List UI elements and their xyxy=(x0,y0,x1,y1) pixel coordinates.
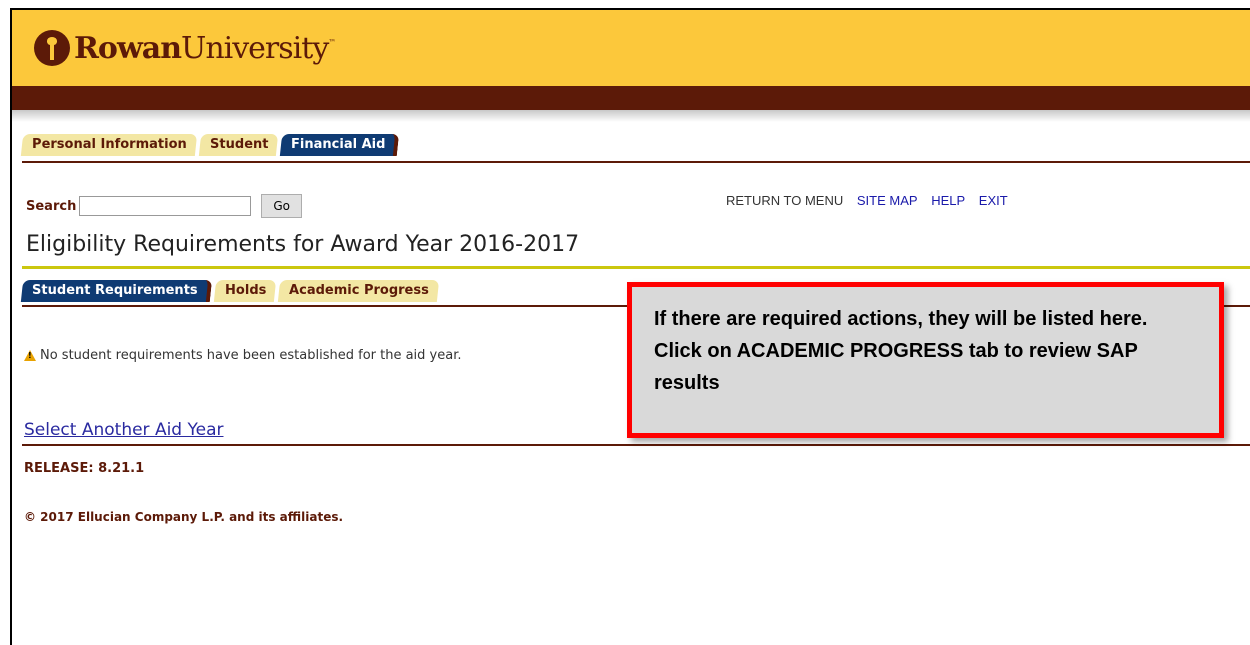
rowan-logo[interactable]: Rowan University ™ xyxy=(34,30,336,66)
callout-text: If there are required actions, they will… xyxy=(654,308,1148,394)
requirements-notice: No student requirements have been establ… xyxy=(24,348,462,363)
return-to-menu-link[interactable]: RETURN TO MENU xyxy=(726,193,843,208)
search-input[interactable] xyxy=(79,196,252,216)
header-banner: Rowan University ™ xyxy=(12,10,1250,86)
header-maroon-bar xyxy=(12,86,1250,110)
help-link[interactable]: HELP xyxy=(931,193,965,208)
notice-text: No student requirements have been establ… xyxy=(40,348,462,363)
sub-tabs: Student Requirements Holds Academic Prog… xyxy=(20,280,442,302)
tab-academic-progress[interactable]: Academic Progress xyxy=(277,280,439,302)
copyright: © 2017 Ellucian Company L.P. and its aff… xyxy=(24,510,344,524)
instruction-callout: If there are required actions, they will… xyxy=(627,282,1224,438)
title-divider xyxy=(22,266,1250,269)
header-shadow xyxy=(12,110,1250,122)
top-nav: RETURN TO MENU SITE MAP HELP EXIT xyxy=(726,193,1018,208)
search-label: Search xyxy=(26,198,77,214)
search-bar: Search Go xyxy=(26,194,302,218)
go-button[interactable]: Go xyxy=(261,194,302,218)
tab-student-requirements[interactable]: Student Requirements xyxy=(20,280,212,302)
tab-financial-aid[interactable]: Financial Aid xyxy=(279,134,400,156)
exit-link[interactable]: EXIT xyxy=(979,193,1008,208)
logo-university-text: University xyxy=(181,30,329,66)
torch-logo-icon xyxy=(34,30,70,66)
tab-student[interactable]: Student xyxy=(198,134,279,156)
site-map-link[interactable]: SITE MAP xyxy=(857,193,918,208)
release-version: RELEASE: 8.21.1 xyxy=(24,461,145,476)
tab-holds[interactable]: Holds xyxy=(213,280,277,302)
warning-icon xyxy=(24,350,36,361)
footer-divider xyxy=(22,444,1250,446)
page-title: Eligibility Requirements for Award Year … xyxy=(26,232,580,257)
browser-frame: Rowan University ™ Personal Information … xyxy=(10,8,1250,645)
main-tabs: Personal Information Student Financial A… xyxy=(20,134,403,156)
select-another-aid-year-link[interactable]: Select Another Aid Year xyxy=(24,420,223,440)
logo-trademark: ™ xyxy=(328,38,337,47)
logo-rowan-text: Rowan xyxy=(74,30,182,66)
tabs-divider xyxy=(22,161,1250,163)
tab-personal-information[interactable]: Personal Information xyxy=(20,134,197,156)
